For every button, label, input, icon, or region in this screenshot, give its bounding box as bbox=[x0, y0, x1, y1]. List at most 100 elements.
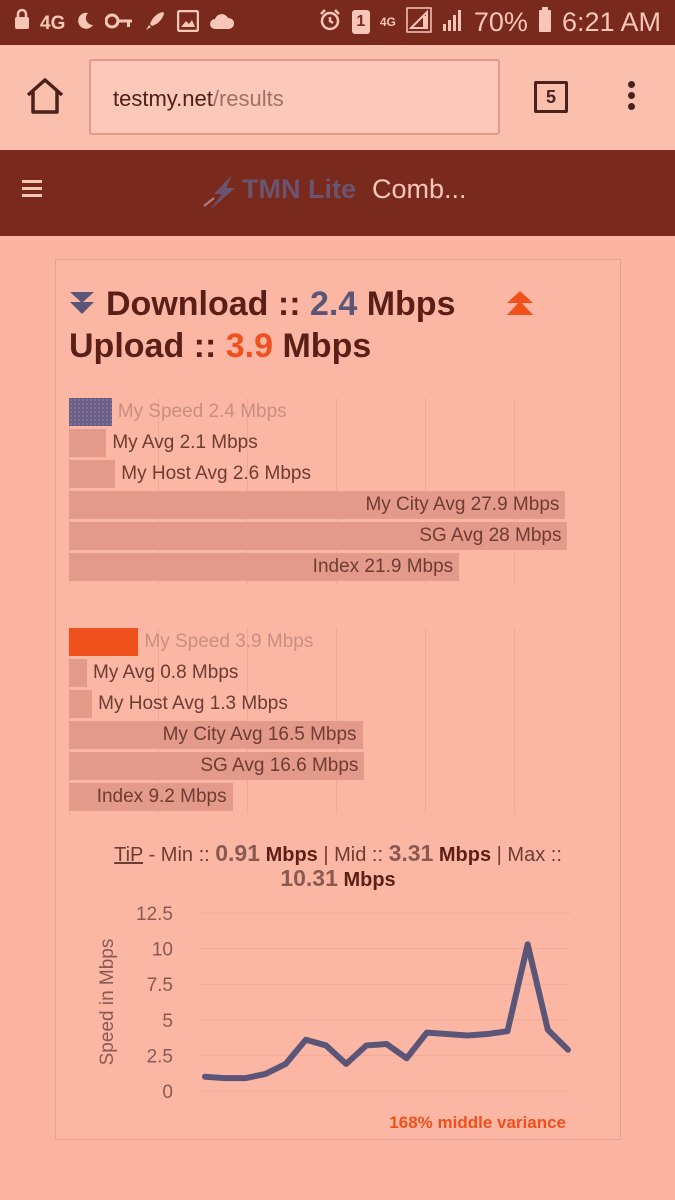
tip-max-unit: Mbps bbox=[337, 869, 396, 891]
bar-label: Index 21.9 Mbps bbox=[312, 556, 454, 577]
signal-strength-icon bbox=[442, 8, 464, 37]
cloud-icon bbox=[209, 12, 235, 36]
y-tick-label: 12.5 bbox=[136, 904, 173, 925]
speed-data-point bbox=[404, 1056, 409, 1061]
tip-min-unit: Mbps bbox=[260, 844, 318, 866]
upload-unit: Mbps bbox=[282, 327, 372, 365]
network-type-left: 4G bbox=[40, 12, 66, 34]
sim-badge: 1 bbox=[351, 10, 370, 34]
bar bbox=[69, 460, 116, 488]
speed-data-point bbox=[445, 1032, 449, 1037]
site-header: TMN Lite Comb... bbox=[0, 150, 675, 236]
y-tick-label: 5 bbox=[162, 1011, 173, 1032]
speed-data-point bbox=[485, 1032, 490, 1037]
battery-icon bbox=[538, 6, 552, 38]
bar-row: My Avg 0.8 Mbps bbox=[69, 659, 569, 687]
speed-data-point bbox=[344, 1061, 349, 1066]
home-button[interactable] bbox=[24, 75, 66, 117]
bar-label: My City Avg 16.5 Mbps bbox=[162, 724, 357, 745]
bar-row: My City Avg 16.5 Mbps bbox=[69, 721, 569, 749]
bar-row: SG Avg 16.6 Mbps bbox=[69, 752, 569, 780]
tip-min-label: - Min :: bbox=[143, 844, 216, 866]
y-tick-label: 0 bbox=[162, 1082, 173, 1103]
bar bbox=[69, 659, 87, 687]
bar-row: My Speed 3.9 Mbps bbox=[69, 628, 569, 656]
bar-label: My Speed 2.4 Mbps bbox=[117, 401, 287, 422]
bar-row: My Speed 2.4 Mbps bbox=[69, 398, 569, 426]
speed-data-point bbox=[545, 1027, 550, 1032]
alarm-icon bbox=[318, 8, 342, 37]
speed-data-point bbox=[283, 1061, 288, 1066]
bar-label: My Host Avg 1.3 Mbps bbox=[98, 693, 288, 714]
bar-row: Index 9.2 Mbps bbox=[69, 783, 569, 811]
speed-series-line bbox=[202, 941, 571, 1082]
upload-value: 3.9 bbox=[225, 327, 274, 365]
tab-switcher-button[interactable]: 5 bbox=[534, 81, 568, 113]
signal-icon bbox=[406, 6, 432, 38]
bar-label: My Host Avg 2.6 Mbps bbox=[121, 463, 311, 484]
lightning-logo-icon bbox=[202, 172, 242, 212]
bar-row: My Host Avg 2.6 Mbps bbox=[69, 460, 569, 488]
speed-data-point bbox=[465, 1033, 470, 1038]
speed-data-point bbox=[243, 1076, 248, 1081]
upload-result: Upload :: 3.9 Mbps bbox=[69, 327, 371, 366]
speed-data-point bbox=[364, 1043, 369, 1048]
bar-label: My Speed 3.9 Mbps bbox=[144, 631, 314, 652]
tip-mid-unit: Mbps bbox=[433, 844, 492, 866]
y-tick-label: 7.5 bbox=[147, 975, 173, 996]
bar-label: My City Avg 27.9 Mbps bbox=[365, 494, 560, 515]
variance-annotation: 168% middle variance bbox=[389, 1113, 566, 1132]
clock: 6:21 AM bbox=[561, 7, 661, 37]
tip-max-value: 10.31 bbox=[280, 865, 338, 891]
download-comparison-chart: My Speed 2.4 Mbps My Avg 2.1 Mbps My Host … bbox=[69, 398, 569, 584]
battery-percent: 70% bbox=[473, 7, 528, 37]
download-label: Download :: bbox=[106, 285, 301, 323]
bar-row: My Avg 2.1 Mbps bbox=[69, 429, 569, 457]
y-tick-label: 10 bbox=[152, 940, 173, 961]
url-bar[interactable]: testmy.net/results bbox=[89, 59, 500, 135]
moon-icon bbox=[75, 11, 95, 37]
rocket-icon bbox=[143, 9, 167, 39]
key-icon bbox=[104, 13, 133, 35]
speed-data-point bbox=[263, 1071, 268, 1076]
bar-row: My Host Avg 1.3 Mbps bbox=[69, 690, 569, 718]
tip-link[interactable]: TiP bbox=[114, 844, 143, 866]
download-unit: Mbps bbox=[366, 285, 456, 323]
speed-data-point bbox=[223, 1076, 228, 1081]
bar-label: SG Avg 28 Mbps bbox=[419, 525, 562, 546]
network-type-right: 4G bbox=[379, 15, 396, 29]
speed-data-point bbox=[505, 1029, 510, 1034]
tip-min-value: 0.91 bbox=[215, 840, 261, 866]
image-icon bbox=[177, 9, 200, 38]
bar-row: SG Avg 28 Mbps bbox=[69, 522, 569, 550]
url-host: testmy.net bbox=[113, 86, 213, 111]
site-subtitle: Comb... bbox=[372, 174, 467, 204]
bar bbox=[69, 429, 107, 457]
home-icon bbox=[26, 78, 64, 114]
upload-comparison-chart: My Speed 3.9 Mbps My Avg 0.8 Mbps My Host … bbox=[69, 628, 569, 814]
tip-mid-label: | Mid :: bbox=[317, 844, 389, 866]
speed-data-point bbox=[324, 1043, 328, 1048]
download-arrow-icon bbox=[70, 292, 94, 314]
speed-data-point bbox=[424, 1030, 429, 1035]
hamburger-menu-icon[interactable] bbox=[22, 180, 42, 198]
tip-max-label: | Max :: bbox=[491, 844, 562, 866]
site-logo-text[interactable]: TMN Lite bbox=[242, 174, 356, 205]
bar-label: SG Avg 16.6 Mbps bbox=[200, 755, 359, 776]
status-bar: 4G 1 4G 70% 6:21 AM bbox=[0, 0, 675, 45]
speed-data-point bbox=[203, 1074, 207, 1079]
speed-data-point bbox=[384, 1042, 389, 1047]
speed-data-point bbox=[525, 942, 530, 947]
browser-toolbar: testmy.net/results 5 bbox=[0, 45, 675, 150]
upload-arrow-icon bbox=[507, 291, 533, 315]
download-result: Download :: 2.4 Mbps bbox=[106, 285, 455, 324]
lock-icon bbox=[14, 8, 30, 39]
tip-mid-value: 3.31 bbox=[388, 840, 434, 866]
speed-data-point bbox=[566, 1047, 570, 1052]
y-tick-label: 2.5 bbox=[147, 1046, 173, 1067]
bar bbox=[69, 690, 93, 718]
speed-data-point bbox=[303, 1037, 308, 1042]
upload-label: Upload :: bbox=[69, 327, 217, 365]
overflow-menu-icon[interactable] bbox=[620, 81, 642, 117]
download-value: 2.4 bbox=[309, 285, 358, 323]
